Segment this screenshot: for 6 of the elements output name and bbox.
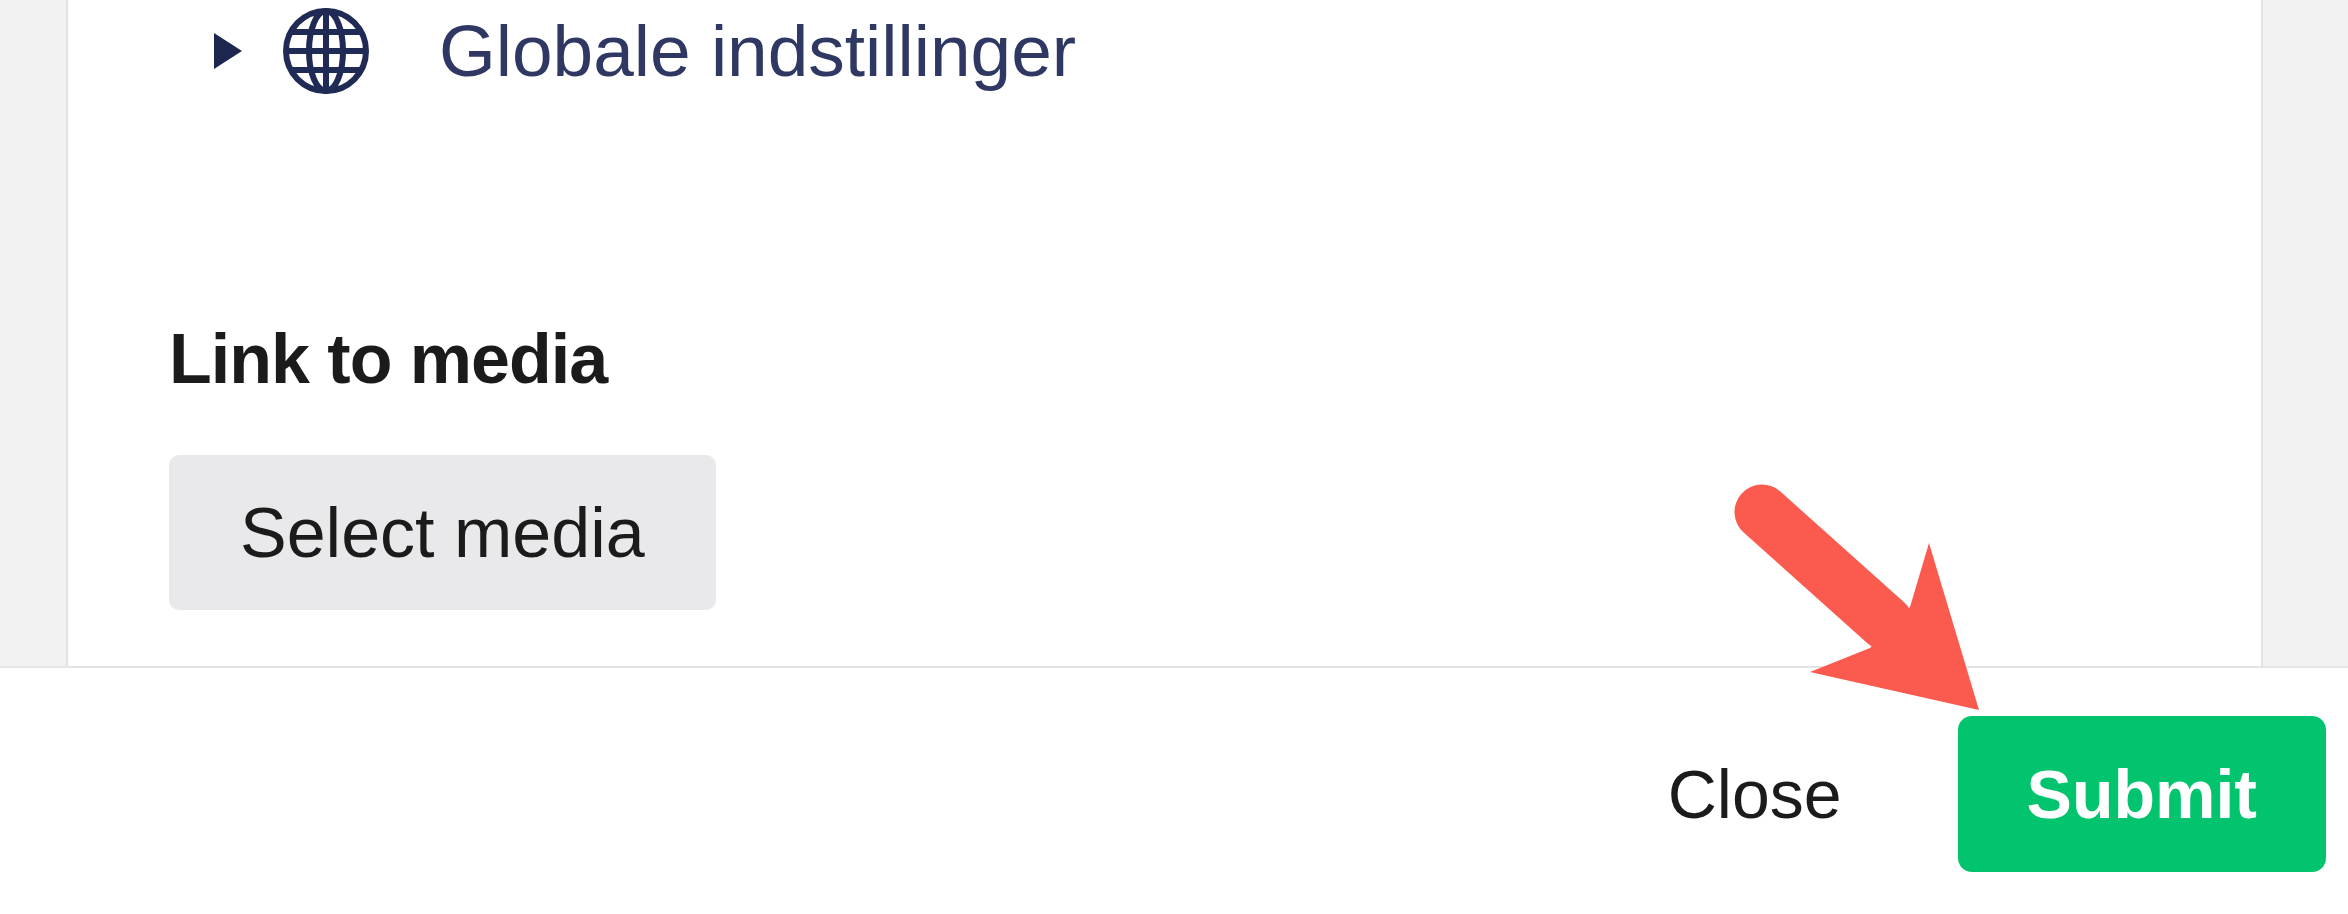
caret-icon[interactable] bbox=[214, 33, 242, 69]
field-label: Link to media bbox=[169, 324, 608, 394]
tree-item[interactable]: Globale indstillinger bbox=[283, 8, 1077, 94]
close-button[interactable]: Close bbox=[1667, 755, 1842, 833]
globe-icon bbox=[283, 8, 369, 94]
select-media-button[interactable]: Select media bbox=[169, 455, 716, 610]
